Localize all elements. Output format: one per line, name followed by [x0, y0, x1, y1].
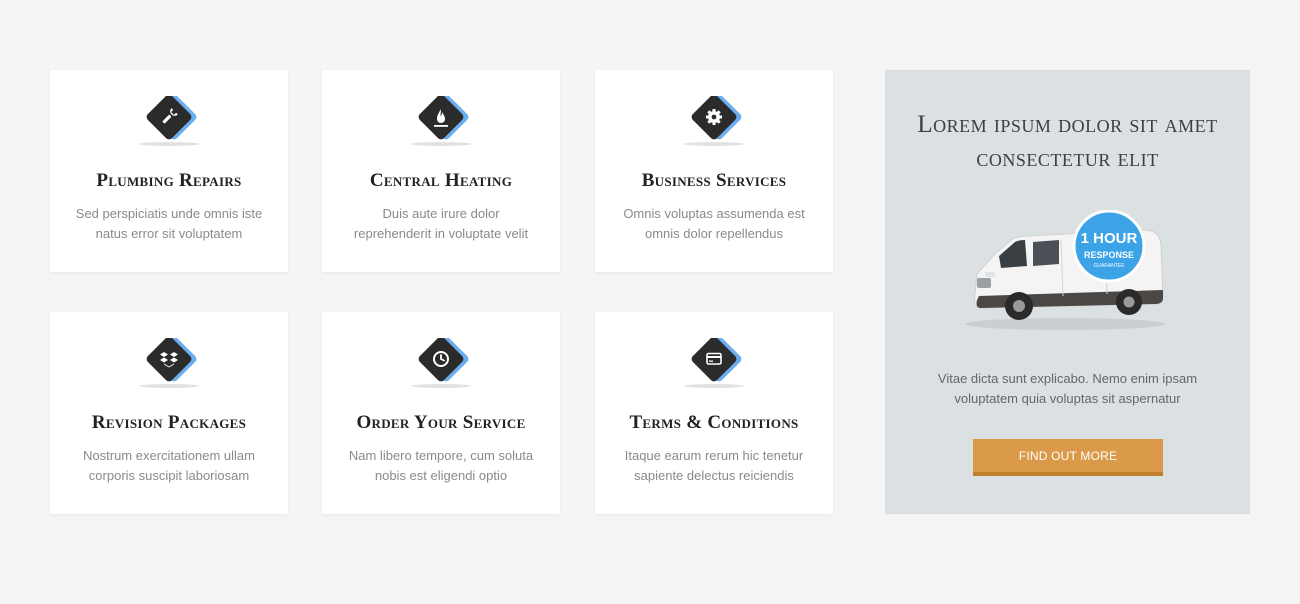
badge-line3: GUARANTEE [1093, 263, 1125, 269]
service-description: Duis aute irure dolor reprehenderit in v… [353, 206, 529, 241]
dropbox-icon [133, 338, 213, 394]
service-card-order[interactable]: Order Your Service Nam libero tempore, c… [322, 312, 560, 514]
service-title: Business Services [641, 170, 787, 191]
service-title: Revision Packages [91, 412, 247, 433]
wrench-icon [133, 96, 213, 152]
promo-description: Vitae dicta sunt explicabo. Nemo enim ip… [937, 371, 1198, 406]
service-card-terms[interactable]: Terms & Conditions Itaque earum rerum hi… [595, 312, 833, 514]
badge-line1: 1 HOUR [1081, 230, 1138, 247]
van-image: 1 HOUR RESPONSE GUARANTEE [955, 209, 1175, 335]
find-out-more-button[interactable]: Find out more [973, 439, 1163, 476]
service-card-heating[interactable]: Central Heating Duis aute irure dolor re… [322, 70, 560, 272]
service-card-plumbing[interactable]: Plumbing Repairs Sed perspiciatis unde o… [50, 70, 288, 272]
service-description: Omnis voluptas assumenda est omnis dolor… [623, 206, 805, 241]
service-title: Central Heating [369, 170, 513, 191]
service-description: Nostrum exercitationem ullam corporis su… [83, 448, 255, 483]
promo-title: Lorem ipsum dolor sit amet consectetur e… [917, 111, 1218, 172]
service-description: Sed perspiciatis unde omnis iste natus e… [75, 206, 263, 241]
service-title: Order Your Service [356, 412, 526, 433]
service-card-revision[interactable]: Revision Packages Nostrum exercitationem… [50, 312, 288, 514]
promo-panel: Lorem ipsum dolor sit amet consectetur e… [885, 70, 1250, 514]
service-description: Nam libero tempore, cum soluta nobis est… [348, 448, 534, 483]
badge-line2: RESPONSE [1084, 250, 1134, 260]
flame-icon [405, 96, 485, 152]
service-title: Plumbing Repairs [96, 170, 242, 191]
clock-icon [405, 338, 485, 394]
service-card-business[interactable]: Business Services Omnis voluptas assumen… [595, 70, 833, 272]
service-title: Terms & Conditions [629, 412, 799, 433]
credit-card-icon [678, 338, 758, 394]
gear-icon [678, 96, 758, 152]
service-description: Itaque earum rerum hic tenetur sapiente … [624, 448, 804, 483]
